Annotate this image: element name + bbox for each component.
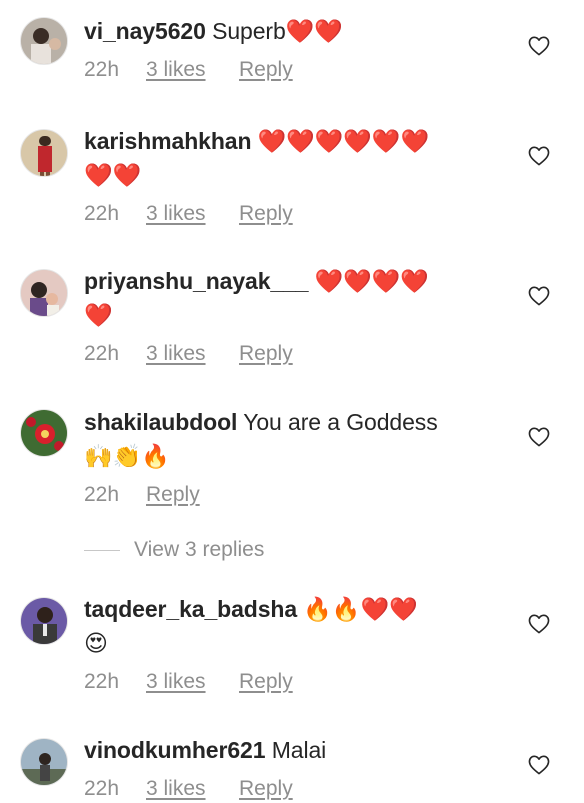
comment-meta: 22h 3 likes Reply [84,200,514,228]
comment-time: 22h [84,342,120,365]
reply-link[interactable]: Reply [239,775,293,803]
avatar[interactable] [20,129,68,177]
comment-emojis: ❤️❤️ [285,18,343,44]
reply-link[interactable]: Reply [146,481,200,509]
avatar[interactable] [20,269,68,317]
reply-link[interactable]: Reply [239,56,293,84]
reply-link[interactable]: Reply [239,340,293,368]
comment-text-line2: 😍 [84,630,108,656]
comment-text: karishmahkhan ❤️❤️❤️❤️❤️❤️ [84,124,514,158]
comment-username[interactable]: vi_nay5620 [84,18,206,44]
heart-outline-icon[interactable] [528,614,550,634]
heart-outline-icon[interactable] [528,755,550,775]
comment-likes-link[interactable]: 3 likes [146,340,239,368]
comment-likes-link[interactable]: 3 likes [146,775,239,803]
comment-time: 22h [84,777,120,800]
comment-text-line2: ❤️ [84,302,113,328]
heart-outline-icon[interactable] [528,36,550,56]
comment-emojis: 🔥🔥❤️❤️ [303,596,418,622]
comment-text: priyanshu_nayak___ ❤️❤️❤️❤️ [84,264,514,298]
comment-time: 22h [84,483,120,506]
comment-likes-link[interactable]: 3 likes [146,200,239,228]
heart-outline-icon[interactable] [528,286,550,306]
comment-likes-link[interactable]: 3 likes [146,56,239,84]
comment-body: You are a Goddess [243,409,438,435]
comment-emojis: ❤️❤️❤️❤️ [314,268,429,294]
comment-meta: 22h 3 likes Reply [84,668,514,696]
comment-likes-link[interactable]: 3 likes [146,668,239,696]
reply-link[interactable]: Reply [239,200,293,228]
avatar[interactable] [20,409,68,457]
comment-text: vi_nay5620 Superb❤️❤️ [84,14,514,48]
comment-meta: 22h 3 likes Reply [84,340,514,368]
avatar[interactable] [20,738,68,786]
comment-body: Superb [212,18,286,44]
comment-text-line2: ❤️❤️ [84,162,142,188]
comment-username[interactable]: taqdeer_ka_badsha [84,596,297,622]
reply-link[interactable]: Reply [239,668,293,696]
replies-divider [84,549,120,551]
heart-outline-icon[interactable] [528,146,550,166]
comment-text: vinodkumher621 Malai [84,733,514,767]
comment-meta: 22h Reply [84,481,514,509]
comment-username[interactable]: vinodkumher621 [84,737,265,763]
comment-emojis: ❤️❤️❤️❤️❤️❤️ [257,128,429,154]
comment-meta: 22h 3 likes Reply [84,775,514,803]
avatar[interactable] [20,17,68,65]
avatar[interactable] [20,597,68,645]
view-replies-label: View 3 replies [134,538,265,561]
comment-time: 22h [84,670,120,693]
comment-text-line2: 🙌👏🔥 [84,443,170,469]
comment-text: taqdeer_ka_badsha 🔥🔥❤️❤️ [84,592,514,626]
heart-outline-icon[interactable] [528,427,550,447]
comment-time: 22h [84,58,120,81]
comment-text: shakilaubdool You are a Goddess [84,405,514,439]
comment-meta: 22h 3 likes Reply [84,56,514,84]
comment-time: 22h [84,202,120,225]
comment-body: Malai [271,737,327,763]
comment-username[interactable]: priyanshu_nayak___ [84,268,309,294]
view-replies-link[interactable]: View 3 replies [84,537,264,563]
comment-username[interactable]: shakilaubdool [84,409,237,435]
comment-username[interactable]: karishmahkhan [84,128,252,154]
